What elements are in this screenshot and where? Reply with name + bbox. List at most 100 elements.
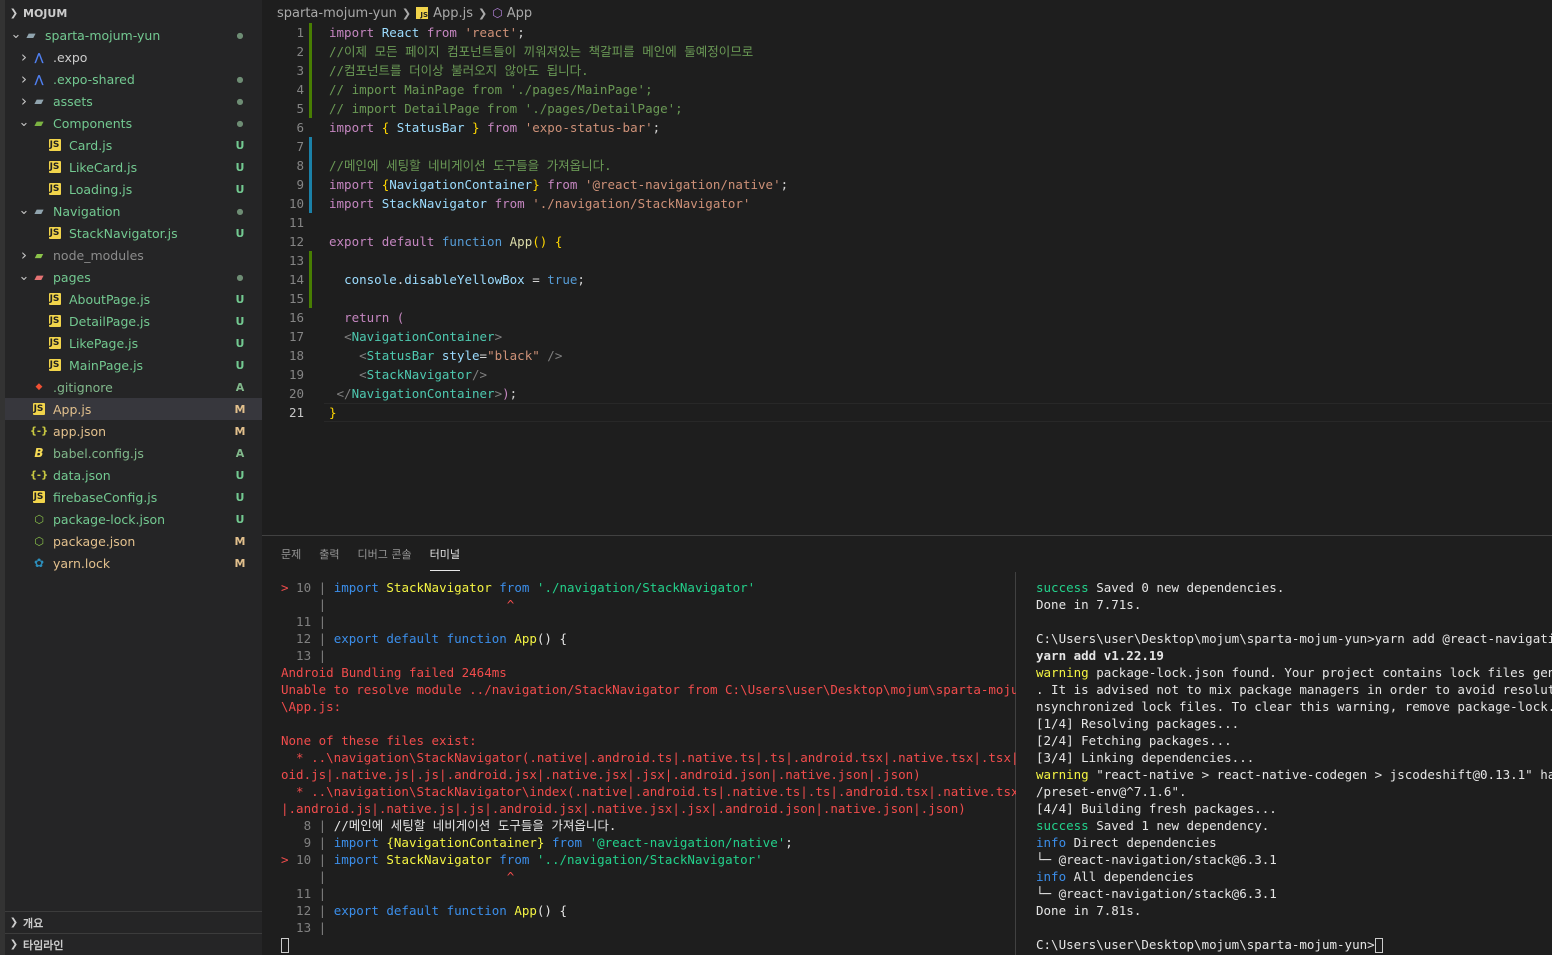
tree-item-package-lock-json[interactable]: ⬡ package-lock.json U — [5, 508, 262, 530]
tree-item-app-json[interactable]: {-} app.json M — [5, 420, 262, 442]
code-line[interactable]: 10 import StackNavigator from './navigati… — [262, 194, 1552, 213]
git-gutter-mod[interactable] — [309, 156, 312, 175]
panel-tab[interactable]: 디버그 콘솔 — [358, 538, 412, 571]
folder-icon: ▰ — [34, 94, 44, 108]
chevron-right-icon[interactable]: › — [17, 70, 31, 88]
git-gutter-mod[interactable] — [309, 194, 312, 213]
code-line[interactable]: 15 — [262, 289, 1552, 308]
code-line[interactable]: 21} — [262, 403, 1552, 422]
code-line[interactable]: 17 <NavigationContainer> — [262, 327, 1552, 346]
explorer-section-header[interactable]: ❯ MOJUM — [5, 3, 67, 23]
outline-section-header[interactable]: ❯ 개요 — [5, 911, 262, 933]
chevron-right-icon[interactable]: › — [17, 48, 31, 66]
code-line[interactable]: 3 //컴포넌트를 더이상 불러오지 않아도 됩니다. — [262, 61, 1552, 80]
code-line[interactable]: 13 — [262, 251, 1552, 270]
code-token: StackNavigator — [366, 367, 472, 382]
terminal-left[interactable]: > 10 | import StackNavigator from './nav… — [281, 579, 1016, 953]
code-line[interactable]: 16 return ( — [262, 308, 1552, 327]
git-gutter-add[interactable] — [309, 23, 312, 42]
tree-item-navigation[interactable]: ⌄ ▰ Navigation ● — [5, 200, 262, 222]
panel-tab[interactable]: 출력 — [319, 538, 339, 571]
tree-item-mainpage-js[interactable]: JS MainPage.js U — [5, 354, 262, 376]
code-editor[interactable]: sparta-mojum-yun ❯ JS App.js ❯ ⬡ App 1 im… — [262, 0, 1552, 535]
git-status-badge: U — [235, 138, 245, 152]
tree-item-pages[interactable]: ⌄ ▰ pages ● — [5, 266, 262, 288]
code-line[interactable]: 6 import { StatusBar } from 'expo-status-… — [262, 118, 1552, 137]
code-line[interactable]: 20 </NavigationContainer>); — [262, 384, 1552, 403]
panel-tab[interactable]: 문제 — [281, 538, 301, 571]
code-line[interactable]: 14 console.disableYellowBox = true; — [262, 270, 1552, 289]
tree-item-detailpage-js[interactable]: JS DetailPage.js U — [5, 310, 262, 332]
code-line[interactable]: 19 <StackNavigator/> — [262, 365, 1552, 384]
git-gutter-mod[interactable] — [309, 137, 312, 156]
tree-item-yarn-lock[interactable]: ✿ yarn.lock M — [5, 552, 262, 574]
git-gutter-add[interactable] — [309, 80, 312, 99]
timeline-section-header[interactable]: ❯ 타임라인 — [5, 933, 262, 955]
chevron-down-icon[interactable]: ⌄ — [17, 270, 31, 283]
chevron-down-icon[interactable]: ⌄ — [17, 116, 31, 129]
tree-item-expo-shared[interactable]: › ⋀ .expo-shared ● — [5, 68, 262, 90]
code-line[interactable]: 7 — [262, 137, 1552, 156]
tree-item-data-json[interactable]: {-} data.json U — [5, 464, 262, 486]
code-line[interactable]: 1 import React from 'react'; — [262, 23, 1552, 42]
tree-item-expo[interactable]: › ⋀ .expo — [5, 46, 262, 68]
tree-item-aboutpage-js[interactable]: JS AboutPage.js U — [5, 288, 262, 310]
tree-item-card-js[interactable]: JS Card.js U — [5, 134, 262, 156]
code-token: ( — [396, 310, 405, 325]
code-line[interactable]: 5 // import DetailPage from './pages/Deta… — [262, 99, 1552, 118]
tree-item-package-json[interactable]: ⬡ package.json M — [5, 530, 262, 552]
chevron-down-icon[interactable]: ⌄ — [17, 204, 31, 217]
tree-item-babel-config-js[interactable]: Bbabel.config.js A — [5, 442, 262, 464]
breadcrumb-symbol[interactable]: App — [507, 6, 532, 21]
tree-item-gitignore[interactable]: ◆ .gitignore A — [5, 376, 262, 398]
modified-dot-badge: ● — [236, 118, 244, 128]
git-gutter-mod[interactable] — [309, 175, 312, 194]
chevron-down-icon[interactable]: ⌄ — [9, 28, 23, 41]
terminal-text: ; — [785, 835, 793, 850]
tree-item-firebaseconfig-js[interactable]: JS firebaseConfig.js U — [5, 486, 262, 508]
terminal-text: 11 | — [281, 614, 327, 629]
tree-item-sparta-mojum-yun[interactable]: ⌄ ▰ sparta-mojum-yun ● — [5, 24, 262, 46]
tree-item-loading-js[interactable]: JS Loading.js U — [5, 178, 262, 200]
code-line[interactable]: 11 — [262, 213, 1552, 232]
code-token: import — [329, 196, 375, 211]
tree-item-app-js[interactable]: JS App.js M — [5, 398, 262, 420]
tree-item-stacknavigator-js[interactable]: JS StackNavigator.js U — [5, 222, 262, 244]
code-token: import — [329, 25, 375, 40]
code-line[interactable]: 9 import {NavigationContainer} from '@rea… — [262, 175, 1552, 194]
terminal-text: [3/4] Linking dependencies... — [1036, 750, 1255, 765]
breadcrumb-file[interactable]: App.js — [433, 6, 473, 21]
vscode-window: ❯ MOJUM ⌄ ▰ sparta-mojum-yun ● › ⋀ .expo › ⋀ .exp… — [0, 0, 1552, 955]
git-gutter-add[interactable] — [309, 270, 312, 289]
chevron-right-icon[interactable]: › — [17, 246, 31, 264]
terminal-right[interactable]: success Saved 0 new dependencies. Done in… — [1036, 579, 1552, 953]
tree-item-node-modules[interactable]: › ▰ node_modules — [5, 244, 262, 266]
tree-item-likepage-js[interactable]: JS LikePage.js U — [5, 332, 262, 354]
chevron-right-icon[interactable]: › — [17, 92, 31, 110]
code-line[interactable]: 8 //메인에 세팅할 네비게이션 도구들을 가져옵니다. — [262, 156, 1552, 175]
git-gutter-add[interactable] — [309, 61, 312, 80]
code-token: true — [547, 272, 578, 287]
code-line[interactable]: 18 <StatusBar style="black" /> — [262, 346, 1552, 365]
tree-item-components[interactable]: ⌄ ▰ Components ● — [5, 112, 262, 134]
breadcrumb-folder[interactable]: sparta-mojum-yun — [277, 6, 397, 21]
git-gutter-add[interactable] — [309, 289, 312, 308]
git-gutter-add[interactable] — [309, 42, 312, 61]
code-token: //이제 모든 페이지 컴포넌트들이 끼워져있는 책갈피를 메인에 둘예정이므로 — [329, 44, 754, 59]
code-token: // import MainPage from './pages/MainPag… — [329, 82, 653, 97]
git-gutter-add[interactable] — [309, 251, 312, 270]
code-line[interactable]: 12 export default function App() { — [262, 232, 1552, 251]
panel-tab[interactable]: 터미널 — [429, 538, 460, 571]
js-file-icon: JS — [49, 227, 61, 239]
git-status-badge: U — [235, 490, 245, 504]
terminal-prompt-line[interactable] — [281, 936, 1016, 953]
code-lines[interactable]: 1 import React from 'react'; 2 //이제 모든 페이지 … — [262, 23, 1552, 422]
git-gutter-add[interactable] — [309, 99, 312, 118]
code-line[interactable]: 4 // import MainPage from './pages/MainPa… — [262, 80, 1552, 99]
code-token: 'expo-status-bar' — [524, 120, 653, 135]
tree-item-assets[interactable]: › ▰ assets ● — [5, 90, 262, 112]
tree-item-likecard-js[interactable]: JS LikeCard.js U — [5, 156, 262, 178]
code-line[interactable]: 2 //이제 모든 페이지 컴포넌트들이 끼워져있는 책갈피를 메인에 둘예정이므… — [262, 42, 1552, 61]
